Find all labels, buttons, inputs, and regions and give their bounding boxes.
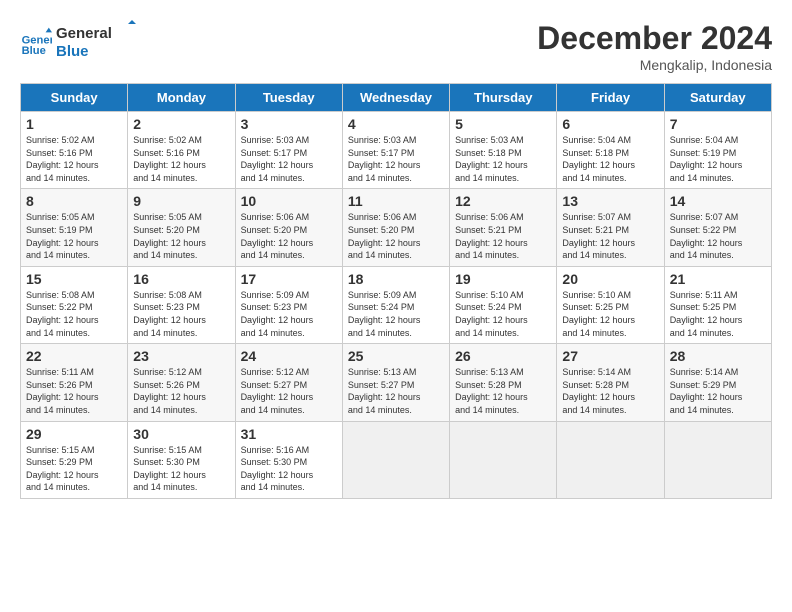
calendar-day-21: 21Sunrise: 5:11 AMSunset: 5:25 PMDayligh… <box>664 266 771 343</box>
logo-text: General Blue <box>56 20 136 65</box>
calendar-day-7: 7Sunrise: 5:04 AMSunset: 5:19 PMDaylight… <box>664 112 771 189</box>
calendar-day-22: 22Sunrise: 5:11 AMSunset: 5:26 PMDayligh… <box>21 344 128 421</box>
location-subtitle: Mengkalip, Indonesia <box>537 57 772 73</box>
calendar-day-16: 16Sunrise: 5:08 AMSunset: 5:23 PMDayligh… <box>128 266 235 343</box>
calendar-day-23: 23Sunrise: 5:12 AMSunset: 5:26 PMDayligh… <box>128 344 235 421</box>
calendar-day-15: 15Sunrise: 5:08 AMSunset: 5:22 PMDayligh… <box>21 266 128 343</box>
calendar-empty <box>342 421 449 498</box>
calendar-day-29: 29Sunrise: 5:15 AMSunset: 5:29 PMDayligh… <box>21 421 128 498</box>
title-area: December 2024 Mengkalip, Indonesia <box>537 20 772 73</box>
calendar-day-12: 12Sunrise: 5:06 AMSunset: 5:21 PMDayligh… <box>450 189 557 266</box>
month-year-title: December 2024 <box>537 20 772 57</box>
calendar-day-26: 26Sunrise: 5:13 AMSunset: 5:28 PMDayligh… <box>450 344 557 421</box>
calendar-empty <box>450 421 557 498</box>
calendar-week-3: 15Sunrise: 5:08 AMSunset: 5:22 PMDayligh… <box>21 266 772 343</box>
weekday-header-row: SundayMondayTuesdayWednesdayThursdayFrid… <box>21 84 772 112</box>
calendar-day-9: 9Sunrise: 5:05 AMSunset: 5:20 PMDaylight… <box>128 189 235 266</box>
weekday-header-sunday: Sunday <box>21 84 128 112</box>
calendar-day-4: 4Sunrise: 5:03 AMSunset: 5:17 PMDaylight… <box>342 112 449 189</box>
calendar-day-17: 17Sunrise: 5:09 AMSunset: 5:23 PMDayligh… <box>235 266 342 343</box>
calendar-day-30: 30Sunrise: 5:15 AMSunset: 5:30 PMDayligh… <box>128 421 235 498</box>
logo-icon: General Blue <box>20 26 52 58</box>
svg-text:General: General <box>56 25 112 42</box>
calendar-day-19: 19Sunrise: 5:10 AMSunset: 5:24 PMDayligh… <box>450 266 557 343</box>
weekday-header-tuesday: Tuesday <box>235 84 342 112</box>
calendar-day-13: 13Sunrise: 5:07 AMSunset: 5:21 PMDayligh… <box>557 189 664 266</box>
logo: General Blue General Blue <box>20 20 136 65</box>
calendar-day-20: 20Sunrise: 5:10 AMSunset: 5:25 PMDayligh… <box>557 266 664 343</box>
calendar-week-2: 8Sunrise: 5:05 AMSunset: 5:19 PMDaylight… <box>21 189 772 266</box>
calendar-day-11: 11Sunrise: 5:06 AMSunset: 5:20 PMDayligh… <box>342 189 449 266</box>
calendar-day-6: 6Sunrise: 5:04 AMSunset: 5:18 PMDaylight… <box>557 112 664 189</box>
svg-text:Blue: Blue <box>22 45 46 57</box>
calendar-day-31: 31Sunrise: 5:16 AMSunset: 5:30 PMDayligh… <box>235 421 342 498</box>
calendar-day-18: 18Sunrise: 5:09 AMSunset: 5:24 PMDayligh… <box>342 266 449 343</box>
calendar-week-4: 22Sunrise: 5:11 AMSunset: 5:26 PMDayligh… <box>21 344 772 421</box>
calendar-day-25: 25Sunrise: 5:13 AMSunset: 5:27 PMDayligh… <box>342 344 449 421</box>
calendar-empty <box>557 421 664 498</box>
calendar-week-5: 29Sunrise: 5:15 AMSunset: 5:29 PMDayligh… <box>21 421 772 498</box>
page-header: General Blue General Blue December 2024 … <box>20 20 772 73</box>
calendar-day-1: 1Sunrise: 5:02 AMSunset: 5:16 PMDaylight… <box>21 112 128 189</box>
weekday-header-wednesday: Wednesday <box>342 84 449 112</box>
calendar-week-1: 1Sunrise: 5:02 AMSunset: 5:16 PMDaylight… <box>21 112 772 189</box>
svg-text:Blue: Blue <box>56 43 89 60</box>
weekday-header-thursday: Thursday <box>450 84 557 112</box>
calendar-day-2: 2Sunrise: 5:02 AMSunset: 5:16 PMDaylight… <box>128 112 235 189</box>
weekday-header-friday: Friday <box>557 84 664 112</box>
weekday-header-monday: Monday <box>128 84 235 112</box>
calendar-day-14: 14Sunrise: 5:07 AMSunset: 5:22 PMDayligh… <box>664 189 771 266</box>
calendar-day-8: 8Sunrise: 5:05 AMSunset: 5:19 PMDaylight… <box>21 189 128 266</box>
calendar-empty <box>664 421 771 498</box>
calendar-day-27: 27Sunrise: 5:14 AMSunset: 5:28 PMDayligh… <box>557 344 664 421</box>
calendar-day-10: 10Sunrise: 5:06 AMSunset: 5:20 PMDayligh… <box>235 189 342 266</box>
calendar-day-28: 28Sunrise: 5:14 AMSunset: 5:29 PMDayligh… <box>664 344 771 421</box>
calendar-day-24: 24Sunrise: 5:12 AMSunset: 5:27 PMDayligh… <box>235 344 342 421</box>
weekday-header-saturday: Saturday <box>664 84 771 112</box>
calendar-day-5: 5Sunrise: 5:03 AMSunset: 5:18 PMDaylight… <box>450 112 557 189</box>
calendar-day-3: 3Sunrise: 5:03 AMSunset: 5:17 PMDaylight… <box>235 112 342 189</box>
calendar-table: SundayMondayTuesdayWednesdayThursdayFrid… <box>20 83 772 499</box>
